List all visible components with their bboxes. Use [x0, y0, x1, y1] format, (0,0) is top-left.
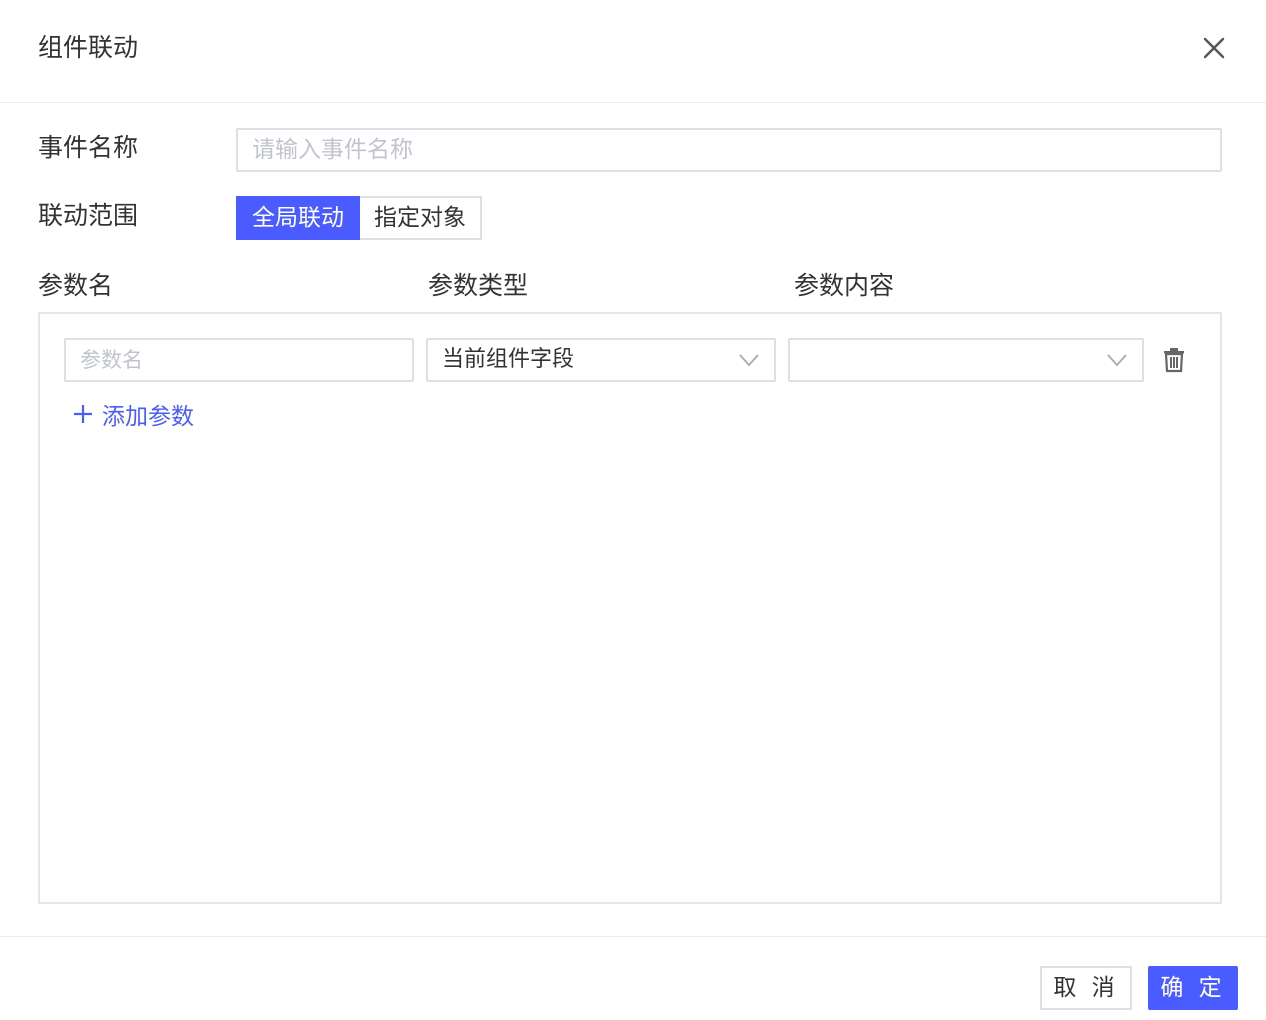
trash-icon	[1164, 348, 1184, 373]
close-icon	[1203, 37, 1225, 59]
scope-global-button[interactable]: 全局联动	[236, 196, 360, 240]
delete-param-button[interactable]	[1160, 346, 1188, 374]
param-content-select[interactable]	[788, 338, 1144, 382]
event-name-label: 事件名称	[38, 133, 139, 162]
plus-icon	[74, 405, 92, 423]
scope-segmented-control: 全局联动 指定对象	[236, 196, 482, 240]
chevron-down-icon	[739, 354, 759, 367]
param-content-header: 参数内容	[794, 271, 895, 300]
param-name-input[interactable]	[64, 338, 414, 382]
param-list-panel	[38, 312, 1222, 904]
dialog-header: 组件联动	[0, 0, 1266, 103]
scope-label: 联动范围	[38, 201, 139, 230]
cancel-button[interactable]: 取 消	[1040, 966, 1132, 1010]
dialog-title: 组件联动	[38, 33, 139, 62]
add-param-label: 添加参数	[102, 404, 194, 430]
chevron-down-icon	[1107, 354, 1127, 367]
param-name-header: 参数名	[38, 271, 114, 300]
param-type-header: 参数类型	[428, 271, 529, 300]
param-type-select[interactable]: 当前组件字段	[426, 338, 776, 382]
param-type-value: 当前组件字段	[442, 347, 575, 372]
scope-specified-button[interactable]: 指定对象	[360, 196, 482, 240]
confirm-button[interactable]: 确 定	[1148, 966, 1238, 1010]
event-name-input[interactable]	[236, 128, 1222, 172]
component-linkage-dialog: 组件联动 事件名称 联动范围 全局联动 指定对象 参数名 参数类型 参数内容 当…	[0, 0, 1266, 1020]
close-button[interactable]	[1196, 30, 1232, 66]
add-param-button[interactable]: 添加参数	[72, 398, 194, 430]
